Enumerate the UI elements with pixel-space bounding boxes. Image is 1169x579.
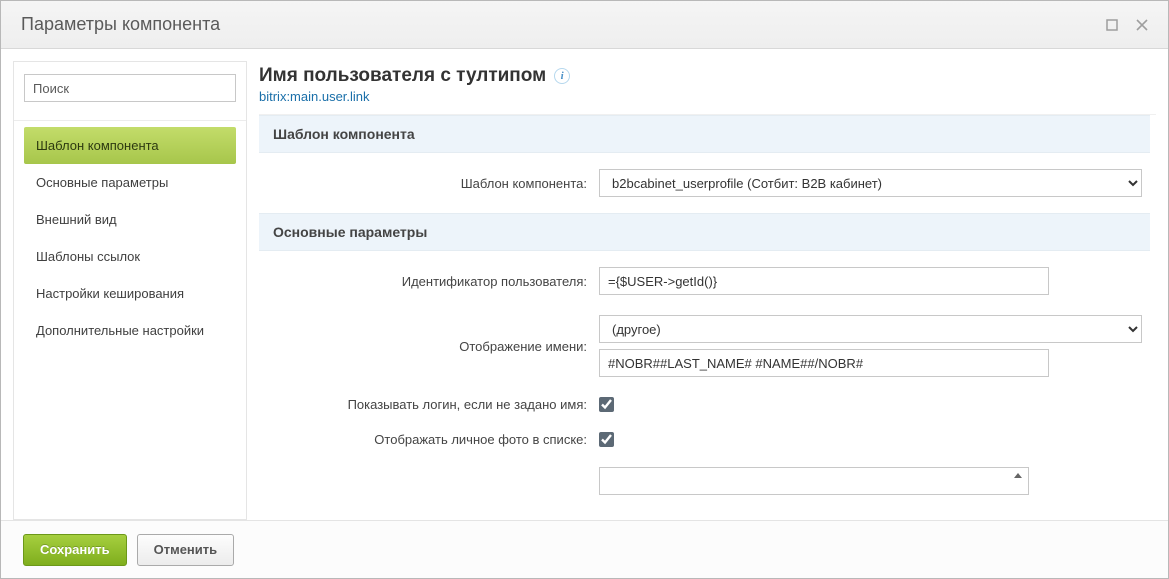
select-template[interactable]: b2bcabinet_userprofile (Сотбит: B2B каби… (599, 169, 1142, 197)
spinner-input[interactable] (599, 467, 1029, 495)
checkbox-show-photo[interactable] (599, 432, 614, 447)
section-header-template: Шаблон компонента (259, 115, 1150, 153)
sidebar-item-main[interactable]: Основные параметры (24, 164, 236, 201)
component-title: Имя пользователя с тултипом i (259, 65, 1156, 87)
label-name-display: Отображение имени: (259, 339, 599, 354)
dialog-title: Параметры компонента (21, 14, 1094, 35)
close-button[interactable] (1130, 13, 1154, 37)
row-show-login: Показывать логин, если не задано имя: (259, 387, 1150, 422)
close-icon (1136, 19, 1148, 31)
sidebar-item-cache[interactable]: Настройки кеширования (24, 275, 236, 312)
row-show-photo: Отображать личное фото в списке: (259, 422, 1150, 457)
label-user-id: Идентификатор пользователя: (259, 274, 599, 289)
label-template: Шаблон компонента: (259, 176, 599, 191)
row-spinner (259, 457, 1150, 505)
footer: Сохранить Отменить (1, 520, 1168, 578)
dialog-window: Параметры компонента Шаблон компонента О… (0, 0, 1169, 579)
maximize-button[interactable] (1100, 13, 1124, 37)
dialog-body: Шаблон компонента Основные параметры Вне… (1, 49, 1168, 520)
section-header-main: Основные параметры (259, 213, 1150, 251)
component-id: bitrix:main.user.link (259, 89, 1156, 104)
save-button[interactable]: Сохранить (23, 534, 127, 566)
checkbox-show-login[interactable] (599, 397, 614, 412)
row-user-id: Идентификатор пользователя: (259, 257, 1150, 305)
row-template: Шаблон компонента: b2bcabinet_userprofil… (259, 159, 1150, 207)
input-name-display[interactable] (599, 349, 1049, 377)
main-panel: Имя пользователя с тултипом i bitrix:mai… (259, 61, 1156, 520)
label-show-login: Показывать логин, если не задано имя: (259, 397, 599, 412)
sidebar-item-template[interactable]: Шаблон компонента (24, 127, 236, 164)
titlebar: Параметры компонента (1, 1, 1168, 49)
maximize-icon (1106, 19, 1118, 31)
info-icon[interactable]: i (554, 68, 570, 84)
select-name-display[interactable]: (другое) (599, 315, 1142, 343)
cancel-button[interactable]: Отменить (137, 534, 235, 566)
component-title-text: Имя пользователя с тултипом (259, 65, 546, 87)
input-user-id[interactable] (599, 267, 1049, 295)
sidebar-separator (14, 120, 246, 121)
label-show-photo: Отображать личное фото в списке: (259, 432, 599, 447)
main-header: Имя пользователя с тултипом i bitrix:mai… (259, 61, 1156, 114)
form-scroll[interactable]: Шаблон компонента Шаблон компонента: b2b… (259, 114, 1156, 520)
sidebar: Шаблон компонента Основные параметры Вне… (13, 61, 247, 520)
sidebar-item-link-templates[interactable]: Шаблоны ссылок (24, 238, 236, 275)
sidebar-item-advanced[interactable]: Дополнительные настройки (24, 312, 236, 349)
search-input[interactable] (24, 74, 236, 102)
row-name-display: Отображение имени: (другое) (259, 305, 1150, 387)
sidebar-item-appearance[interactable]: Внешний вид (24, 201, 236, 238)
